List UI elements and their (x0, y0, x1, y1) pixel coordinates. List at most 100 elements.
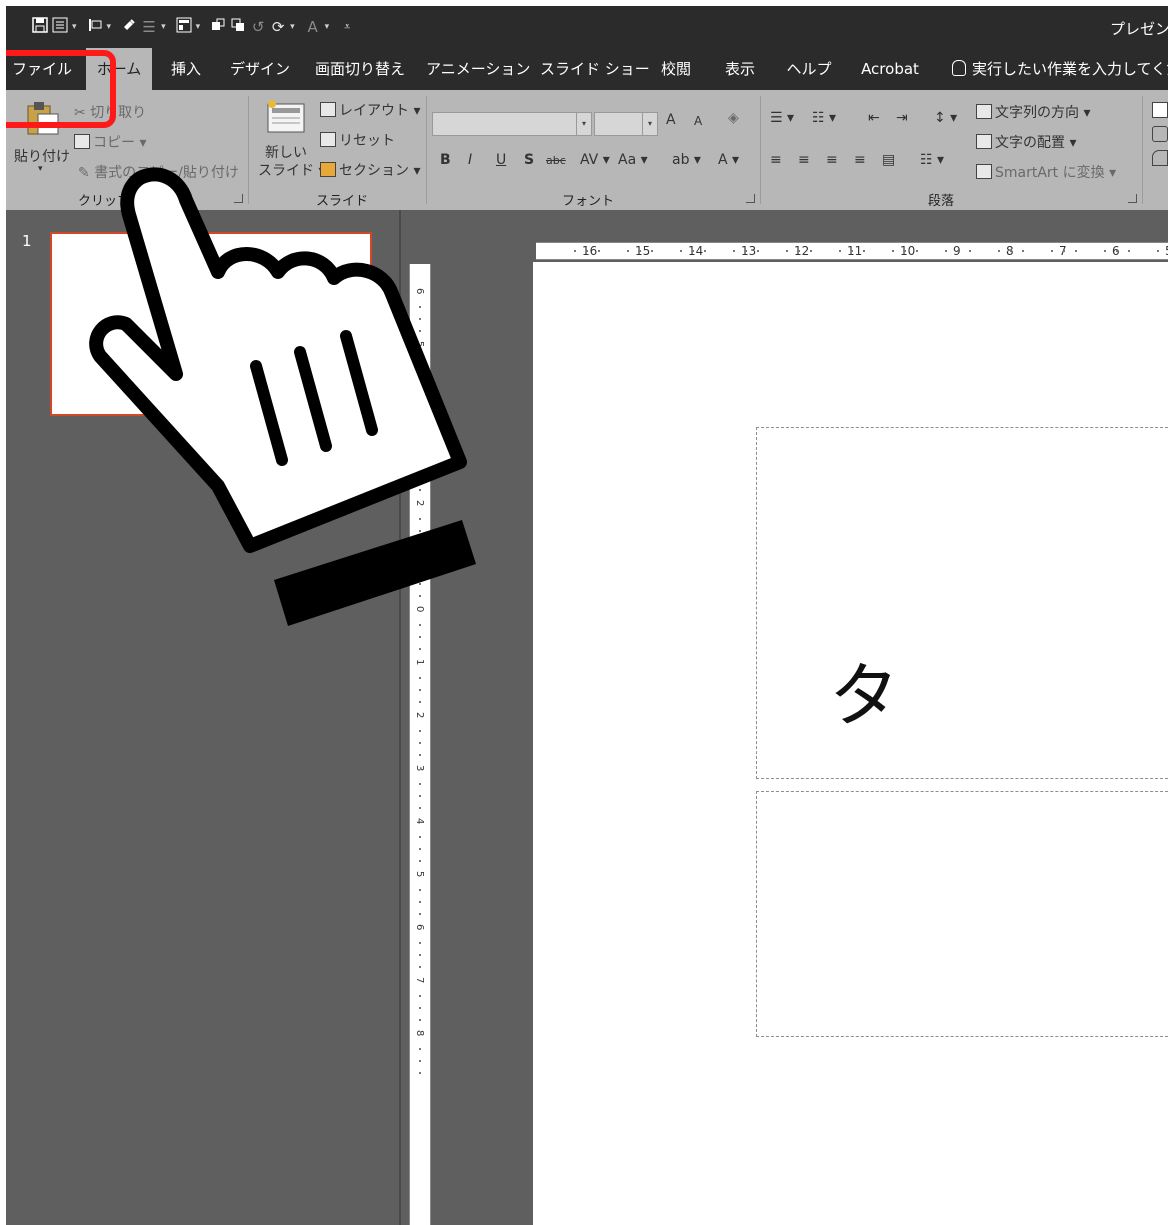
align-text-button[interactable]: 文字の配置 ▾ (976, 132, 1076, 152)
ruler-minor-tick (1010, 250, 1012, 252)
ruler-minor-tick (419, 730, 421, 732)
align-center-button[interactable]: ≡ (798, 152, 810, 168)
chevron-down-icon[interactable]: ▾ (290, 22, 295, 32)
slide-canvas[interactable]: タ (533, 262, 1168, 1225)
ruler-minor-tick (680, 250, 682, 252)
layout-button[interactable]: レイアウト ▾ (320, 100, 420, 120)
ruler-minor-tick (419, 966, 421, 968)
font-color-qat-icon[interactable]: A (305, 18, 321, 36)
spacing-label: AV (580, 152, 599, 168)
slide-title-text[interactable]: タ (829, 640, 899, 741)
bullets-button[interactable]: ☰ ▾ (770, 110, 794, 126)
ruler-minor-tick (1116, 250, 1118, 252)
chevron-down-icon[interactable]: ▾ (196, 22, 201, 32)
font-color-button[interactable]: A ▾ (718, 152, 739, 168)
customize-qat-icon[interactable]: ⩡ (339, 20, 355, 34)
save-icon[interactable] (32, 17, 48, 37)
tab-animations[interactable]: アニメーション (426, 48, 530, 90)
smartart-button[interactable]: SmartArt に変換 ▾ (976, 162, 1116, 182)
ruler-minor-tick (851, 250, 853, 252)
copy-button[interactable]: コピー ▾ (74, 132, 146, 152)
tab-design[interactable]: デザイン (228, 48, 292, 90)
align-text-icon (976, 134, 992, 149)
copy-icon (74, 134, 90, 149)
font-name-select[interactable]: ▾ (432, 112, 592, 136)
text-direction-button[interactable]: 文字列の方向 ▾ (976, 102, 1090, 122)
drawing-group-partial[interactable] (1152, 102, 1168, 182)
send-backward-icon[interactable] (230, 17, 246, 37)
paste-button[interactable]: 貼り付け (14, 146, 70, 166)
start-from-beginning-icon[interactable] (87, 17, 103, 37)
increase-indent-button[interactable]: ⇥ (896, 110, 908, 126)
justify-button[interactable]: ≡ (854, 152, 866, 168)
bullets-qat-icon[interactable]: ☰ (141, 18, 157, 36)
ruler-tick-label: 15 (635, 244, 651, 258)
layout-qat-icon[interactable] (176, 17, 192, 37)
ruler-minor-tick (1051, 250, 1053, 252)
chevron-down-icon[interactable]: ▾ (72, 22, 77, 32)
ruler-minor-tick (892, 250, 894, 252)
ruler-minor-tick (627, 250, 629, 252)
ruler-minor-tick (745, 250, 747, 252)
tab-review[interactable]: 校閲 (656, 48, 696, 90)
clear-formatting-icon[interactable]: ◈ (728, 110, 739, 126)
strikethrough-button[interactable]: abc (546, 154, 566, 167)
horizontal-ruler: 1615141312111098765 (536, 242, 1168, 260)
ruler-minor-tick (419, 795, 421, 797)
ruler-minor-tick (419, 783, 421, 785)
new-slide-qat-icon[interactable] (52, 17, 68, 37)
paragraph-group-label: 段落 (928, 194, 955, 209)
character-spacing-button[interactable]: AV ▾ (580, 152, 610, 168)
distributed-button[interactable]: ▤ (882, 152, 895, 168)
ruler-minor-tick (863, 250, 865, 252)
format-painter-qat-icon[interactable] (121, 17, 137, 37)
tab-view[interactable]: 表示 (720, 48, 760, 90)
chevron-down-icon[interactable]: ▾ (161, 22, 166, 32)
subtitle-placeholder[interactable] (756, 791, 1168, 1037)
numbering-button[interactable]: ☷ ▾ (812, 110, 836, 126)
ruler-minor-tick (969, 250, 971, 252)
ruler-minor-tick (839, 250, 841, 252)
line-spacing-button[interactable]: ↕ ▾ (934, 110, 957, 126)
tab-acrobat[interactable]: Acrobat (852, 48, 928, 90)
reset-button[interactable]: リセット (320, 130, 395, 150)
ruler-minor-tick (419, 860, 421, 862)
ruler-minor-tick (916, 250, 918, 252)
ruler-minor-tick (1104, 250, 1106, 252)
tab-help[interactable]: ヘルプ (784, 48, 834, 90)
text-direction-icon (976, 104, 992, 119)
bring-forward-icon[interactable] (210, 17, 226, 37)
ruler-minor-tick (692, 250, 694, 252)
ruler-tick-label: 1 (414, 659, 425, 666)
highlight-button[interactable]: ab ▾ (672, 152, 701, 168)
tab-slideshow[interactable]: スライド ショー (540, 48, 650, 90)
ruler-minor-tick (798, 250, 800, 252)
ruler-minor-tick (1063, 250, 1065, 252)
font-size-select[interactable]: ▾ (594, 112, 658, 136)
title-bar: ▾ ▾ ☰ ▾ ▾ ↺ ⟳ ▾ A ▾ ⩡ プレゼンテ (6, 6, 1168, 48)
undo-icon[interactable]: ↺ (250, 18, 266, 36)
grow-font-button[interactable]: A (666, 112, 676, 128)
chevron-down-icon[interactable]: ▾ (107, 22, 112, 32)
chevron-down-icon: ▾ (576, 113, 591, 135)
shadow-button[interactable]: S (524, 152, 534, 168)
ruler-minor-tick (419, 942, 421, 944)
chevron-down-icon[interactable]: ▾ (325, 22, 330, 32)
ruler-minor-tick (419, 677, 421, 679)
tell-me-box[interactable]: 実行したい作業を入力してくださ (952, 48, 1168, 90)
align-right-button[interactable]: ≡ (826, 152, 838, 168)
ruler-minor-tick (419, 889, 421, 891)
shrink-font-button[interactable]: A (694, 114, 702, 128)
redo-icon[interactable]: ⟳ (270, 18, 286, 36)
tab-insert[interactable]: 挿入 (164, 48, 208, 90)
font-launcher-icon[interactable] (746, 194, 755, 203)
tab-transitions[interactable]: 画面切り替え (312, 48, 408, 90)
paragraph-launcher-icon[interactable] (1128, 194, 1137, 203)
columns-button[interactable]: ☷ ▾ (920, 152, 944, 168)
decrease-indent-button[interactable]: ⇤ (868, 110, 880, 126)
title-placeholder[interactable] (756, 427, 1168, 779)
chevron-down-icon[interactable]: ▾ (38, 164, 43, 174)
align-left-button[interactable]: ≡ (770, 152, 782, 168)
change-case-button[interactable]: Aa ▾ (618, 152, 648, 168)
group-divider (760, 96, 761, 204)
